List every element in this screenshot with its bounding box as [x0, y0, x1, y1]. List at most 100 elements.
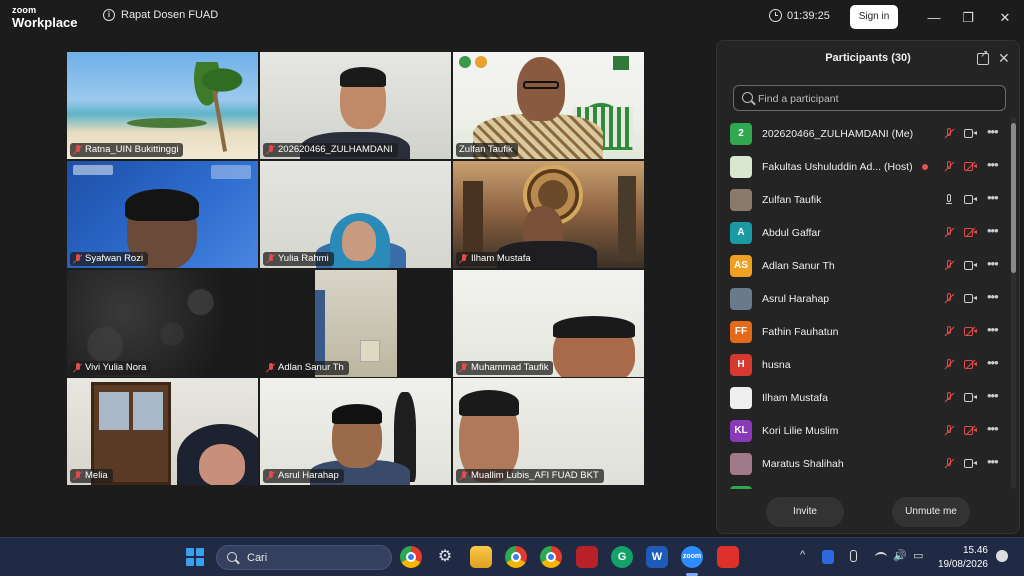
participant-row[interactable]: Fakultas Ushuluddin Ad... (Host) •••	[717, 150, 1013, 183]
info-icon[interactable]: i	[103, 9, 115, 21]
video-tile[interactable]: Syafwan Rozi	[67, 161, 258, 268]
chrome-icon[interactable]	[505, 546, 527, 568]
acrobat-icon[interactable]	[717, 546, 739, 568]
tray-microphone-icon[interactable]	[850, 550, 857, 562]
video-tile-active-speaker[interactable]: Zulfan Taufik	[453, 52, 644, 159]
notification-icon[interactable]	[996, 550, 1008, 562]
mic-muted-icon[interactable]	[944, 128, 954, 140]
participant-name: Fakultas Ushuluddin Ad... (Host)	[762, 161, 913, 173]
camera-off-icon[interactable]	[964, 359, 977, 370]
more-options-icon[interactable]: •••	[987, 289, 999, 304]
video-tile[interactable]: Ratna_UIN Bukittinggi	[67, 52, 258, 159]
participant-row[interactable]: A Abdul Gaffar •••	[717, 216, 1013, 249]
video-tile[interactable]: 202620466_ZULHAMDANI	[260, 52, 451, 159]
mic-muted-icon[interactable]	[944, 458, 954, 470]
mendeley-icon[interactable]	[576, 546, 598, 568]
participant-row[interactable]: Zulfan Taufik •••	[717, 183, 1013, 216]
more-options-icon[interactable]: •••	[987, 124, 999, 139]
camera-icon[interactable]	[964, 294, 977, 303]
participant-row[interactable]: 2 202620466_ZULHAMDANI (Me) •••	[717, 117, 1013, 150]
participants-scrollbar[interactable]	[1011, 117, 1016, 489]
camera-icon[interactable]	[964, 459, 977, 468]
video-tile[interactable]: Adlan Sanur Th	[260, 270, 451, 377]
video-tile[interactable]: Ilham Mustafa	[453, 161, 644, 268]
clock-icon	[769, 9, 782, 22]
close-panel-icon[interactable]: ✕	[998, 50, 1010, 67]
settings-gear-icon[interactable]: ⚙	[434, 546, 456, 568]
video-tile[interactable]: Yulia Rahmi	[260, 161, 451, 268]
tile-name: Muallim Lubis_AFI FUAD BKT	[471, 470, 599, 481]
more-options-icon[interactable]: •••	[987, 322, 999, 337]
mic-icon[interactable]	[944, 194, 954, 206]
video-tile[interactable]: Asrul Harahap	[260, 378, 451, 485]
taskbar-search[interactable]: Cari	[216, 545, 392, 570]
more-options-icon[interactable]: •••	[987, 223, 999, 238]
participant-row[interactable]: Hhusna •••	[717, 348, 1013, 381]
word-icon[interactable]: W	[646, 546, 668, 568]
video-tile[interactable]: Muhammad Taufik	[453, 270, 644, 377]
mic-muted-icon[interactable]	[944, 359, 954, 371]
mic-muted-icon[interactable]	[944, 326, 954, 338]
chrome-icon[interactable]	[540, 546, 562, 568]
participant-row[interactable]: KL Kori Lilie Muslim •••	[717, 414, 1013, 447]
participant-row[interactable]: Maratus Shalihah •••	[717, 447, 1013, 480]
close-window-button[interactable]: ✕	[995, 8, 1015, 28]
sign-in-button[interactable]: Sign in	[850, 5, 898, 29]
file-explorer-icon[interactable]	[470, 546, 492, 568]
mic-muted-icon[interactable]	[944, 260, 954, 272]
mic-muted-icon[interactable]	[944, 392, 954, 404]
video-tile[interactable]: Vivi Yulia Nora	[67, 270, 258, 377]
invite-button[interactable]: Invite	[766, 497, 844, 527]
speaker-icon[interactable]: 🔊	[893, 549, 907, 562]
camera-icon[interactable]	[964, 129, 977, 138]
minimize-button[interactable]: —	[924, 8, 944, 28]
meeting-info[interactable]: i Rapat Dosen FUAD	[103, 9, 218, 21]
maximize-button[interactable]: ❐	[958, 8, 978, 28]
grammarly-icon[interactable]: G	[611, 546, 633, 568]
more-options-icon[interactable]: •••	[987, 190, 999, 205]
participant-row[interactable]: Ilham Mustafa •••	[717, 381, 1013, 414]
more-options-icon[interactable]: •••	[987, 256, 999, 271]
more-options-icon[interactable]: •••	[987, 388, 999, 403]
camera-off-icon[interactable]	[964, 161, 977, 172]
more-options-icon[interactable]: •••	[987, 421, 999, 436]
camera-off-icon[interactable]	[964, 326, 977, 337]
participant-row[interactable]: Asrul Harahap •••	[717, 282, 1013, 315]
unmute-me-button[interactable]: Unmute me	[892, 497, 970, 527]
video-tile[interactable]: Melia	[67, 378, 258, 485]
chrome-icon[interactable]	[400, 546, 422, 568]
system-clock[interactable]: 15.46 19/08/2026	[930, 544, 988, 572]
scrollbar-thumb[interactable]	[1011, 123, 1016, 273]
mic-muted-icon[interactable]	[944, 161, 954, 173]
more-options-icon[interactable]: •••	[987, 157, 999, 172]
tray-app-icon[interactable]	[822, 550, 834, 564]
pop-out-icon[interactable]	[977, 49, 989, 65]
participant-row[interactable]: FF Fathin Fauhatun •••	[717, 315, 1013, 348]
participant-name: Abdul Gaffar	[762, 227, 821, 239]
participant-search-input[interactable]	[758, 90, 998, 108]
tile-label: 202620466_ZULHAMDANI	[263, 143, 398, 157]
participant-name: husna	[762, 359, 791, 371]
camera-icon[interactable]	[964, 261, 977, 270]
camera-icon[interactable]	[964, 393, 977, 402]
participant-search[interactable]	[733, 85, 1006, 111]
participant-name: Ilham Mustafa	[762, 392, 828, 404]
mic-muted-icon[interactable]	[944, 293, 954, 305]
mic-muted-icon[interactable]	[944, 227, 954, 239]
zoom-icon[interactable]: zoom	[681, 546, 703, 576]
participant-avatar	[730, 288, 752, 310]
mic-muted-icon[interactable]	[944, 425, 954, 437]
more-options-icon[interactable]: •••	[987, 355, 999, 370]
battery-icon[interactable]: ▭	[913, 549, 923, 562]
windows-start-icon[interactable]	[186, 548, 204, 566]
wifi-icon[interactable]	[875, 552, 887, 562]
tile-label: Asrul Harahap	[263, 469, 344, 483]
camera-icon[interactable]	[964, 195, 977, 204]
participant-row[interactable]	[717, 480, 1013, 489]
participant-row[interactable]: AS Adlan Sanur Th •••	[717, 249, 1013, 282]
tray-chevron-icon[interactable]: ^	[800, 549, 805, 561]
more-options-icon[interactable]: •••	[987, 454, 999, 469]
camera-off-icon[interactable]	[964, 425, 977, 436]
camera-off-icon[interactable]	[964, 227, 977, 238]
video-tile[interactable]: Muallim Lubis_AFI FUAD BKT	[453, 378, 644, 485]
